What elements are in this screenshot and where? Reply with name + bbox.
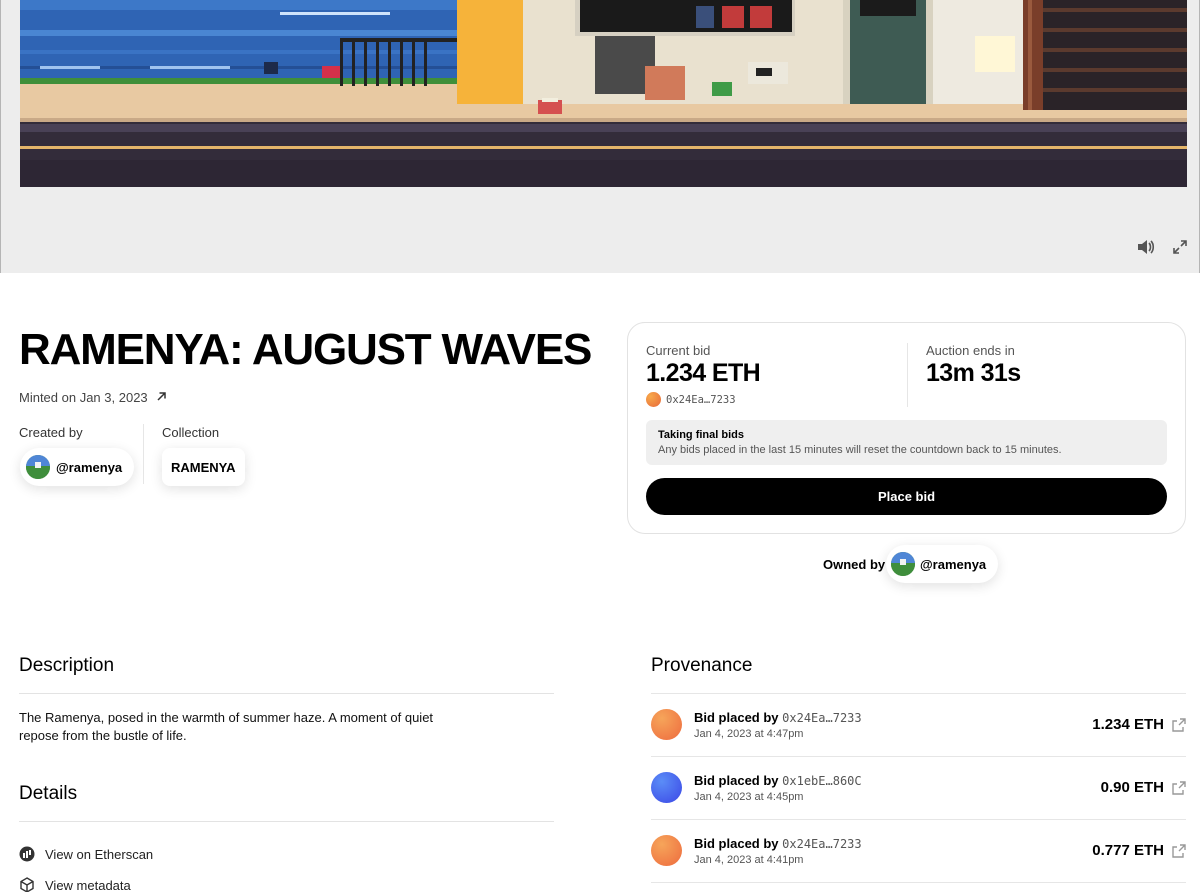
- expand-icon[interactable]: [1170, 237, 1190, 257]
- provenance-amount: 0.777 ETH: [1092, 842, 1164, 859]
- auction-card: Current bid 1.234 ETH 0x24Ea…7233 Auctio…: [627, 322, 1186, 534]
- minted-label: Minted on Jan 3, 2023: [19, 390, 148, 405]
- creator-handle: @ramenya: [56, 459, 123, 475]
- provenance-date: Jan 4, 2023 at 4:45pm: [694, 791, 804, 803]
- provenance-prefix: Bid placed by: [694, 836, 779, 851]
- bidder-address: 0x24Ea…7233: [666, 393, 736, 406]
- metadata-link[interactable]: View metadata: [19, 877, 131, 892]
- meta-divider: [143, 424, 144, 484]
- bidder-address[interactable]: 0x24Ea…7233: [782, 837, 861, 851]
- card-divider: [907, 343, 908, 407]
- provenance-prefix: Bid placed by: [694, 710, 779, 725]
- provenance-date: Jan 4, 2023 at 4:47pm: [694, 728, 804, 740]
- bidder-avatar[interactable]: [651, 835, 682, 866]
- notice-title: Taking final bids: [658, 429, 744, 441]
- artwork-image[interactable]: [20, 0, 1187, 187]
- provenance-amount: 1.234 ETH: [1092, 716, 1164, 733]
- etherscan-icon: [19, 846, 35, 862]
- external-link-icon[interactable]: [1172, 844, 1186, 858]
- media-viewer: [0, 0, 1200, 273]
- owner-chip[interactable]: @ramenya: [886, 545, 999, 583]
- details-heading: Details: [19, 783, 78, 804]
- provenance-row: Bid placed by 0x24Ea…7233 Jan 4, 2023 at…: [651, 820, 1186, 882]
- current-bid-value: 1.234 ETH: [646, 359, 761, 387]
- creator-avatar: [26, 455, 50, 479]
- provenance-row: Bid placed by 0x1ebE…860C Jan 4, 2023 at…: [651, 757, 1186, 819]
- bidder-address[interactable]: 0x1ebE…860C: [782, 774, 861, 788]
- bidder-avatar[interactable]: [651, 772, 682, 803]
- description-text: The Ramenya, posed in the warmth of summ…: [19, 710, 434, 743]
- description-heading: Description: [19, 655, 115, 676]
- owner-avatar: [891, 552, 915, 576]
- bidder-avatar: [646, 392, 661, 407]
- artwork-title: RAMENYA: AUGUST WAVES: [19, 325, 592, 374]
- provenance-title: Bid placed by 0x1ebE…860C: [694, 773, 862, 788]
- collection-name: RAMENYA: [171, 459, 236, 475]
- provenance-amount: 0.90 ETH: [1100, 779, 1164, 796]
- description-divider: [19, 693, 554, 694]
- owned-by-label: Owned by: [823, 557, 886, 572]
- provenance-date: Jan 4, 2023 at 4:41pm: [694, 854, 804, 866]
- notice-text: Any bids placed in the last 15 minutes w…: [658, 444, 1062, 456]
- details-divider: [19, 821, 554, 822]
- auction-countdown: 13m 31s: [926, 359, 1021, 387]
- current-bidder[interactable]: 0x24Ea…7233: [646, 392, 736, 407]
- metadata-label: View metadata: [45, 877, 131, 892]
- etherscan-label: View on Etherscan: [45, 846, 154, 862]
- provenance-row: Bid placed by 0x24Ea…7233 Jan 4, 2023 at…: [651, 694, 1186, 756]
- external-link-icon[interactable]: [1172, 718, 1186, 732]
- provenance-title: Bid placed by 0x24Ea…7233: [694, 710, 862, 725]
- provenance-title: Bid placed by 0x24Ea…7233: [694, 836, 862, 851]
- current-bid-label: Current bid: [646, 343, 711, 358]
- creator-chip[interactable]: @ramenya: [20, 448, 135, 486]
- bidder-avatar[interactable]: [651, 709, 682, 740]
- bidder-address[interactable]: 0x24Ea…7233: [782, 711, 861, 725]
- owner-handle: @ramenya: [920, 556, 987, 572]
- row-divider: [651, 882, 1186, 883]
- collection-chip[interactable]: RAMENYA: [162, 448, 245, 486]
- provenance-prefix: Bid placed by: [694, 773, 779, 788]
- auction-ends-label: Auction ends in: [926, 343, 1015, 358]
- final-bids-notice: Taking final bids Any bids placed in the…: [646, 420, 1167, 465]
- external-link-icon[interactable]: [1172, 781, 1186, 795]
- arrow-up-right-icon: [156, 390, 167, 405]
- minted-link[interactable]: Minted on Jan 3, 2023: [19, 390, 167, 405]
- speaker-icon[interactable]: [1136, 237, 1156, 257]
- place-bid-button[interactable]: Place bid: [646, 478, 1167, 515]
- provenance-heading: Provenance: [651, 655, 753, 676]
- collection-label: Collection: [162, 425, 220, 440]
- created-by-label: Created by: [19, 425, 83, 440]
- etherscan-link[interactable]: View on Etherscan: [19, 846, 153, 862]
- cube-icon: [19, 877, 35, 892]
